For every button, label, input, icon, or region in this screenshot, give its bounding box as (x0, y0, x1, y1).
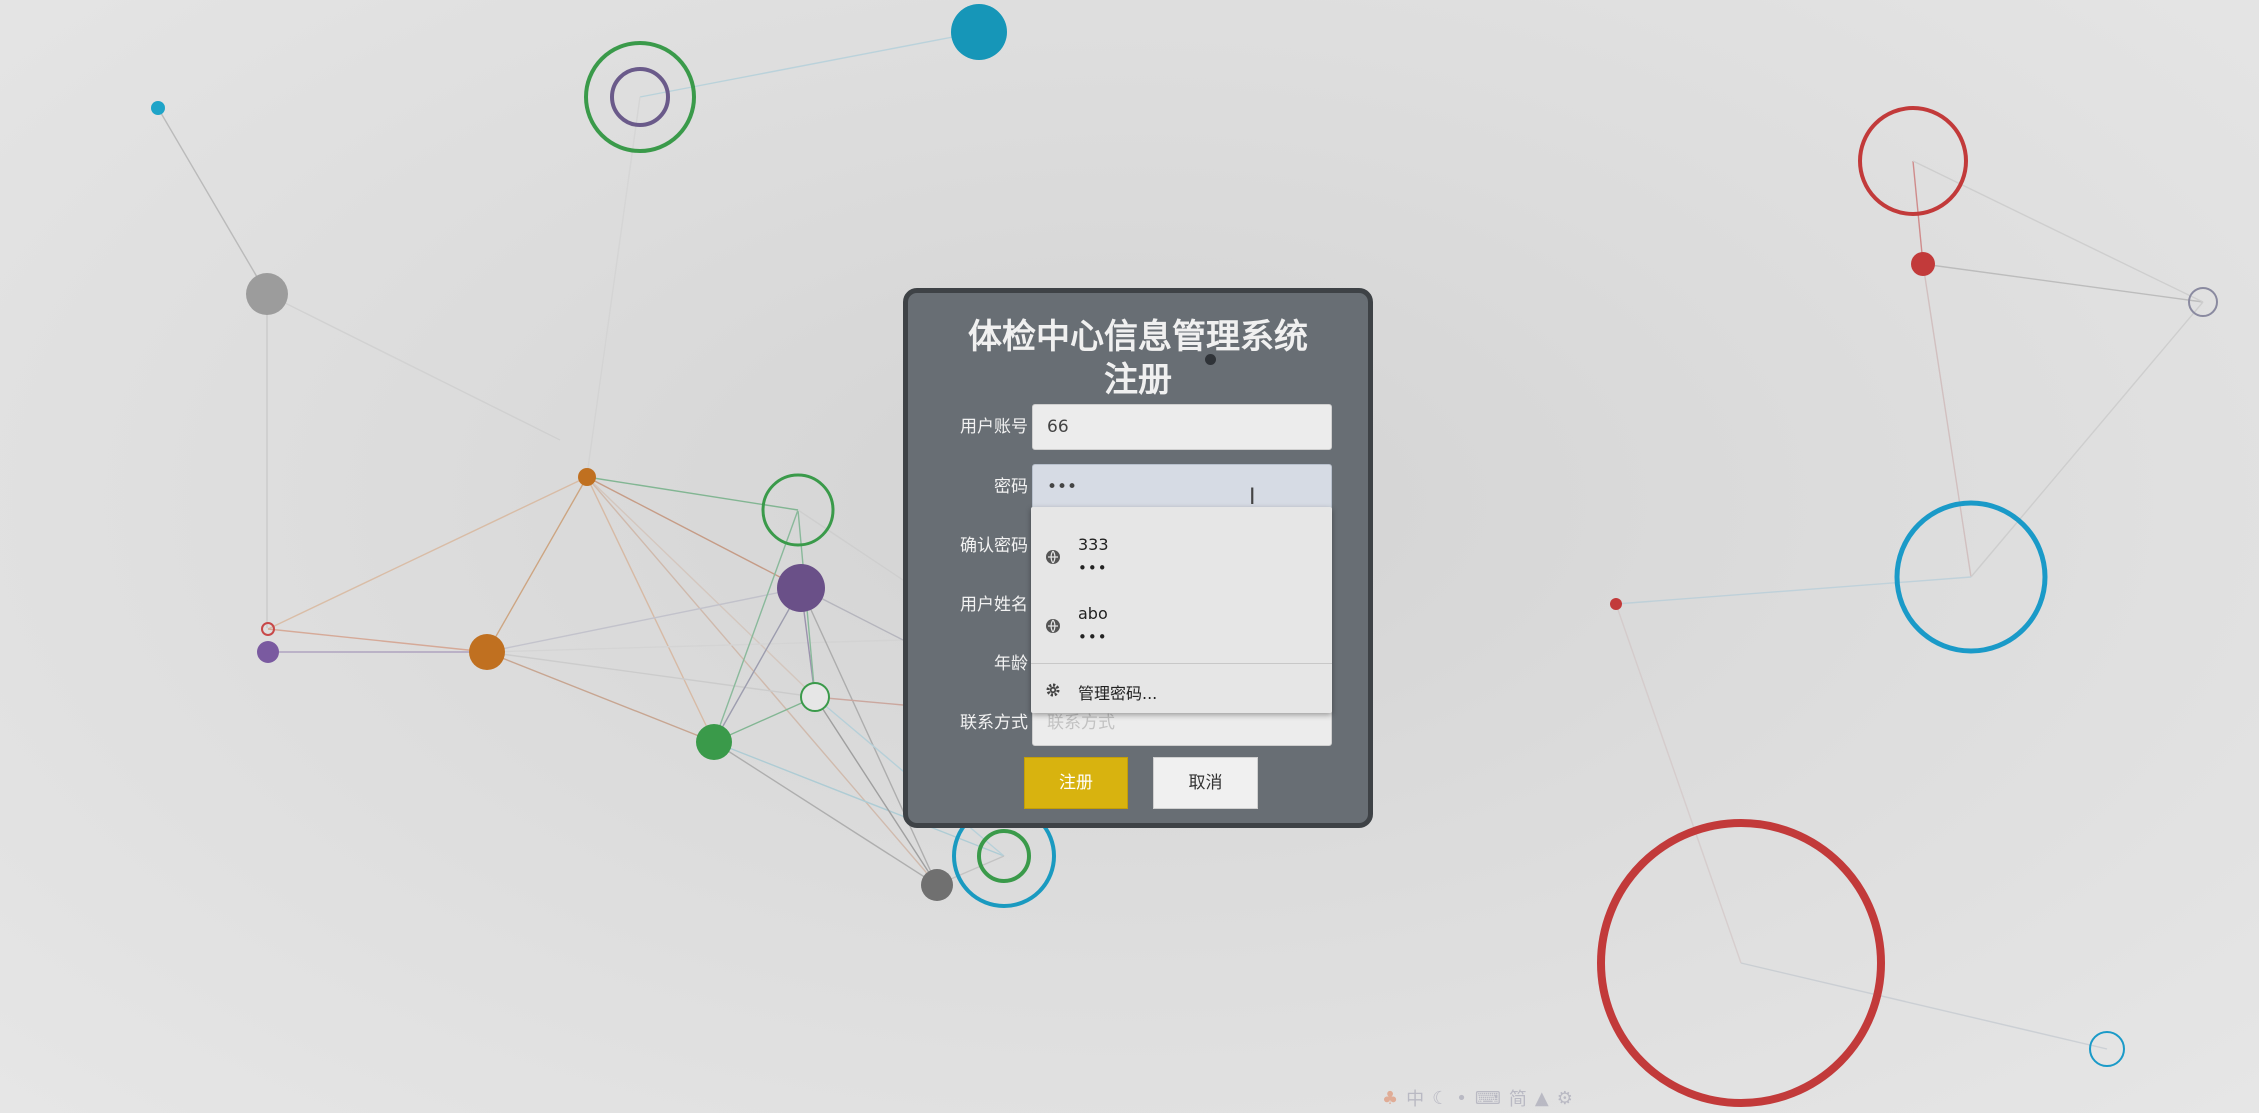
autofill-suggestion[interactable]: 333 ••• (1031, 521, 1332, 587)
punctuation-icon[interactable]: • (1456, 1088, 1467, 1109)
keyboard-icon[interactable]: ⌨ (1475, 1088, 1501, 1109)
settings-icon[interactable]: ⚙ (1557, 1088, 1573, 1109)
password-value: ••• (1047, 477, 1078, 497)
suggestion-password: ••• (1078, 628, 1108, 646)
suggestion-username: 333 (1078, 535, 1109, 554)
ime-toolbar: ♣ 中 ☾ • ⌨ 简 ▲ ⚙ (1382, 1084, 1573, 1112)
contact-label: 联系方式 (960, 713, 1028, 733)
simplified-icon[interactable]: 简 (1509, 1085, 1527, 1111)
age-label: 年龄 (994, 654, 1028, 674)
decorative-dot (1205, 354, 1216, 365)
account-input[interactable]: 66 (1032, 404, 1332, 450)
suggestion-password: ••• (1078, 559, 1108, 577)
shirt-icon[interactable]: ▲ (1535, 1088, 1549, 1109)
cancel-button[interactable]: 取消 (1153, 757, 1258, 809)
globe-key-icon (1046, 619, 1060, 633)
dropdown-divider (1031, 663, 1332, 664)
register-button[interactable]: 注册 (1024, 757, 1128, 809)
system-title: 体检中心信息管理系统 (968, 317, 1308, 357)
gear-icon (1046, 683, 1060, 697)
globe-key-icon (1046, 550, 1060, 564)
account-label: 用户账号 (960, 417, 1028, 437)
register-title: 注册 (1104, 360, 1172, 400)
manage-passwords-item[interactable]: 管理密码... (1031, 671, 1332, 709)
password-input[interactable]: ••• I (1032, 464, 1332, 510)
password-autofill-dropdown: 333 ••• abo ••• 管理密码... (1031, 507, 1332, 713)
password-label: 密码 (994, 477, 1028, 497)
chinese-mode-icon[interactable]: 中 (1406, 1085, 1424, 1111)
moon-icon[interactable]: ☾ (1432, 1088, 1448, 1109)
ime-logo-icon[interactable]: ♣ (1382, 1088, 1398, 1109)
autofill-suggestion[interactable]: abo ••• (1031, 590, 1332, 656)
confirm-password-label: 确认密码 (960, 536, 1028, 556)
manage-passwords-label: 管理密码... (1078, 684, 1158, 703)
user-name-label: 用户姓名 (960, 595, 1028, 615)
suggestion-username: abo (1078, 604, 1108, 623)
